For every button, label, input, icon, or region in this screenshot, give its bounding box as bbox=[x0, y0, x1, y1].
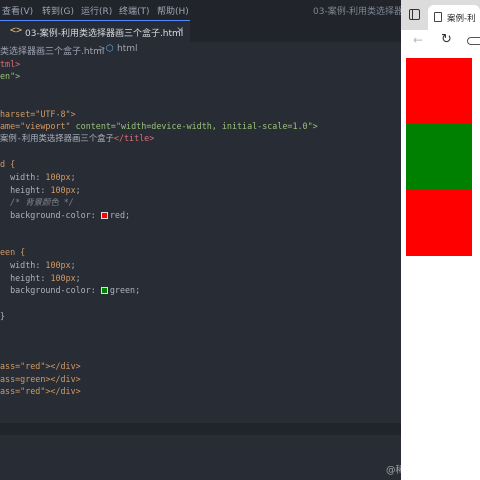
page-viewport bbox=[401, 52, 480, 480]
code-line: ass="red"></div> bbox=[0, 361, 81, 371]
code-line: tml> bbox=[0, 59, 21, 69]
watermark: @稀土掘金技术社区 bbox=[386, 465, 472, 476]
editor-tab-bar: <> 03-案例-利用类选择器画三个盒子.html × bbox=[0, 20, 401, 42]
browser-toolbar: ← ↻ bbox=[401, 30, 480, 52]
code-line: 案例-利用类选择器画三个盒子</title> bbox=[0, 133, 155, 143]
window-title: 03-案例-利用类选择器画 bbox=[313, 7, 401, 17]
reload-icon[interactable]: ↻ bbox=[441, 32, 452, 47]
close-icon[interactable]: × bbox=[176, 25, 184, 36]
code-line: ass=green></div> bbox=[0, 374, 81, 384]
breadcrumb-element[interactable]: html bbox=[117, 44, 138, 54]
panel-divider bbox=[0, 423, 401, 435]
menu-help[interactable]: 帮助(H) bbox=[157, 4, 189, 17]
browser-tab-strip: 案例-利 bbox=[401, 0, 480, 30]
bottom-panel bbox=[0, 435, 401, 480]
code-line: height: 100px; bbox=[10, 185, 81, 195]
menu-goto[interactable]: 转到(G) bbox=[42, 4, 74, 17]
code-line: width: 100px; bbox=[10, 172, 76, 182]
code-line: en"> bbox=[0, 71, 21, 81]
address-bar[interactable] bbox=[467, 37, 480, 45]
code-line: een { bbox=[0, 247, 26, 257]
code-line: width: 100px; bbox=[10, 260, 76, 270]
editor-tab-label: 03-案例-利用类选择器画三个盒子.html bbox=[25, 29, 184, 39]
code-line: d { bbox=[0, 159, 16, 169]
code-line: ame="viewport" content="width=device-wid… bbox=[0, 121, 318, 131]
code-line: background-color: red; bbox=[10, 210, 131, 220]
menu-terminal[interactable]: 终端(T) bbox=[119, 4, 150, 17]
tab-actions-icon[interactable] bbox=[409, 9, 420, 20]
code-line: background-color: green; bbox=[10, 285, 141, 295]
breadcrumb-file[interactable]: 类选择器画三个盒子.html bbox=[0, 44, 104, 57]
breadcrumb: 类选择器画三个盒子.html > ⬡ html bbox=[0, 43, 401, 57]
menu-bar: 查看(V) 转到(G) 运行(R) 终端(T) 帮助(H) 03-案例-利用类选… bbox=[0, 0, 401, 20]
red-box bbox=[406, 190, 472, 256]
editor-tab-active[interactable]: <> 03-案例-利用类选择器画三个盒子.html × bbox=[0, 20, 190, 42]
color-swatch-red[interactable] bbox=[100, 212, 108, 219]
cube-icon: ⬡ bbox=[106, 44, 114, 54]
green-box bbox=[406, 124, 472, 190]
code-line: ass="red"></div> bbox=[0, 386, 81, 396]
back-arrow-icon[interactable]: ← bbox=[413, 33, 423, 47]
code-line: height: 100px; bbox=[10, 273, 81, 283]
code-line: /* 背景颜色 */ bbox=[10, 197, 74, 207]
menu-run[interactable]: 运行(R) bbox=[81, 4, 112, 17]
red-box bbox=[406, 58, 472, 124]
code-line: harset="UTF-8"> bbox=[0, 109, 76, 119]
browser-tab-label: 案例-利 bbox=[447, 14, 476, 24]
color-swatch-green[interactable] bbox=[100, 287, 108, 294]
menu-view[interactable]: 查看(V) bbox=[2, 4, 33, 17]
code-line: } bbox=[0, 311, 6, 321]
breadcrumb-separator: > bbox=[98, 44, 106, 54]
code-editor: 查看(V) 转到(G) 运行(R) 终端(T) 帮助(H) 03-案例-利用类选… bbox=[0, 0, 401, 480]
document-icon bbox=[434, 12, 442, 22]
browser-window: 案例-利 ← ↻ bbox=[401, 0, 480, 480]
browser-tab[interactable]: 案例-利 bbox=[428, 5, 480, 30]
html-file-icon: <> bbox=[10, 25, 23, 36]
